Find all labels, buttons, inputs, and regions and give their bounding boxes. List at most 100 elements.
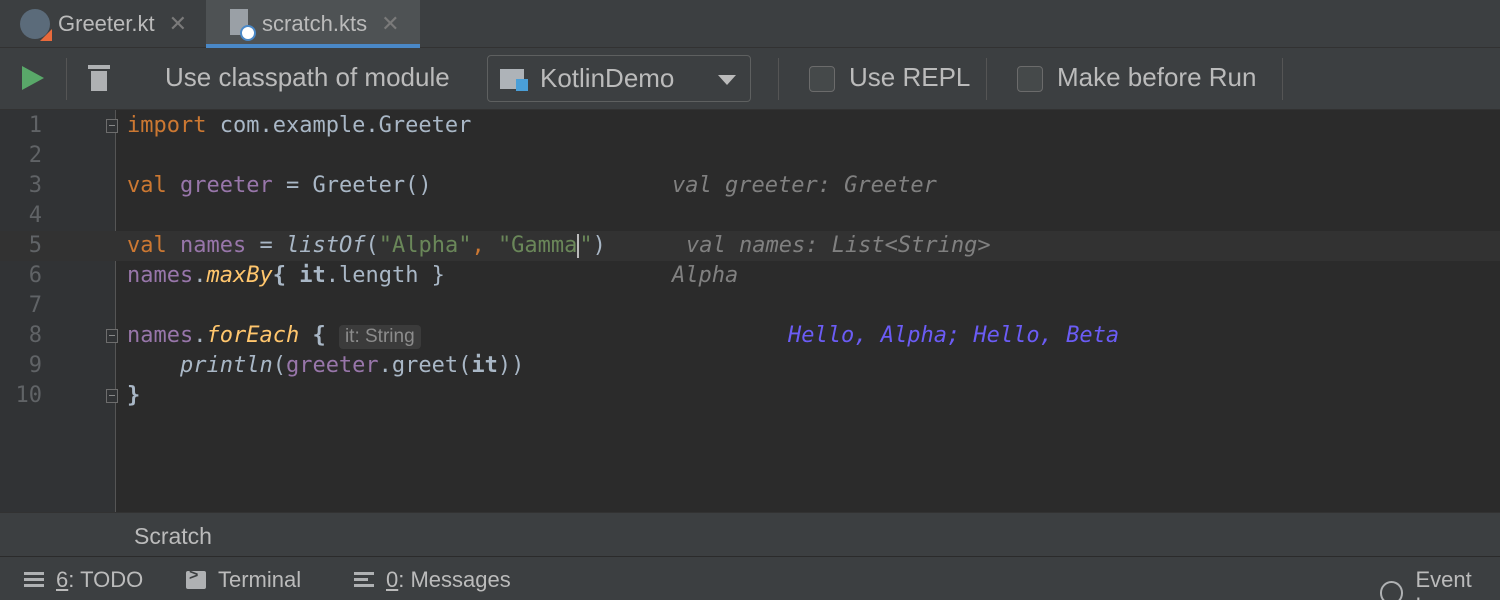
- it-keyword: it: [471, 353, 498, 378]
- scratch-output: Hello, Alpha; Hello, Beta: [788, 323, 1120, 348]
- messages-tool-button[interactable]: 0: Messages: [354, 567, 511, 593]
- editor-tab-bar: Greeter.kt ✕ scratch.kts ✕: [0, 0, 1500, 48]
- scratch-label[interactable]: Scratch: [134, 523, 212, 550]
- function-call: maxBy: [206, 263, 273, 288]
- function-call: println: [179, 353, 273, 378]
- scratch-panel-header: Scratch: [0, 512, 1500, 556]
- code-editor[interactable]: 1 import com.example.Greeter 2 3 val gre…: [0, 110, 1500, 512]
- code-line[interactable]: 9 println(greeter.greet(it)): [0, 351, 1500, 381]
- messages-label: : Messages: [398, 567, 511, 592]
- code-line[interactable]: 8 names.forEach { it: String Hello, Alph…: [0, 321, 1500, 351]
- keyword: val: [127, 173, 167, 198]
- string-literal: ": [579, 233, 593, 258]
- todo-label: : TODO: [68, 567, 144, 592]
- fold-marker[interactable]: [106, 119, 118, 133]
- list-icon: [24, 571, 44, 589]
- line-number: 8: [28, 323, 42, 348]
- tab-label: scratch.kts: [262, 11, 368, 36]
- code-text: {: [299, 323, 339, 348]
- parameter-hint: it: String: [338, 325, 421, 349]
- make-before-run-checkbox[interactable]: [1017, 66, 1043, 92]
- toolbar-separator: [778, 58, 779, 100]
- tool-window-bar: 6: TODO Terminal 0: Messages Event Lo: [0, 556, 1500, 600]
- scratch-result-hint: val names: List<String>: [686, 233, 991, 258]
- messages-icon: [354, 571, 374, 589]
- code-text: )): [497, 353, 525, 378]
- line-number: 1: [28, 113, 42, 138]
- code-text: .length }: [325, 263, 445, 288]
- make-before-run-label: Make before Run: [1057, 62, 1257, 92]
- code-text: .greet(: [378, 353, 472, 378]
- tab-label: Greeter.kt: [58, 11, 155, 36]
- function-call: forEach: [206, 323, 300, 348]
- string-literal: "Alpha": [378, 233, 472, 258]
- code-line[interactable]: 4: [0, 201, 1500, 231]
- code-text: (: [272, 353, 286, 378]
- use-repl-checkbox[interactable]: [809, 66, 835, 92]
- use-repl-label: Use REPL: [849, 62, 971, 92]
- todo-mnemonic: 6: [56, 567, 69, 592]
- close-icon[interactable]: ✕: [381, 11, 399, 37]
- kotlin-file-icon: [20, 9, 52, 41]
- variable: greeter: [285, 353, 379, 378]
- speech-bubble-icon: [1380, 581, 1404, 600]
- code-text: = Greeter(): [272, 173, 432, 198]
- function-call: listOf: [285, 233, 366, 258]
- tab-scratch-kts[interactable]: scratch.kts ✕: [206, 0, 420, 48]
- scratch-result-hint: val greeter: Greeter: [672, 173, 937, 198]
- fold-marker[interactable]: [106, 329, 118, 343]
- trash-icon[interactable]: [88, 65, 110, 91]
- code-text: ): [592, 233, 606, 258]
- string-literal: "Gamma: [497, 233, 578, 258]
- keyword: val: [127, 233, 167, 258]
- line-number: 4: [28, 203, 42, 228]
- code-line[interactable]: 10 }: [0, 381, 1500, 411]
- fold-marker[interactable]: [106, 389, 118, 403]
- code-text: =: [246, 233, 286, 258]
- toolbar-separator: [66, 58, 67, 100]
- code-line[interactable]: 2: [0, 141, 1500, 171]
- variable: names: [127, 323, 194, 348]
- toolbar-separator: [986, 58, 987, 100]
- keyword: import: [127, 113, 207, 138]
- line-number: 7: [28, 293, 42, 318]
- code-line[interactable]: 6 names.maxBy{ it.length } Alpha: [0, 261, 1500, 291]
- line-number: 5: [28, 233, 42, 258]
- variable: names: [127, 263, 194, 288]
- close-icon[interactable]: ✕: [169, 11, 187, 37]
- scratch-file-icon: [228, 9, 256, 41]
- terminal-tool-button[interactable]: Terminal: [186, 567, 301, 593]
- code-line-current[interactable]: 5 val names = listOf("Alpha", "Gamma") v…: [0, 231, 1500, 261]
- terminal-icon: [186, 567, 206, 589]
- code-text: (: [365, 233, 379, 258]
- module-folder-icon: [500, 67, 528, 91]
- scratch-result-hint: Alpha: [672, 263, 739, 288]
- todo-tool-button[interactable]: 6: TODO: [24, 567, 143, 593]
- messages-mnemonic: 0: [386, 567, 399, 592]
- code-text: com.example.Greeter: [206, 113, 472, 138]
- chevron-down-icon: [718, 75, 736, 85]
- event-log-tool-button[interactable]: Event Lo: [1380, 567, 1500, 600]
- code-line[interactable]: 1 import com.example.Greeter: [0, 111, 1500, 141]
- code-text: .: [193, 323, 207, 348]
- code-text: .: [193, 263, 207, 288]
- code-line[interactable]: 7: [0, 291, 1500, 321]
- module-select[interactable]: KotlinDemo: [487, 55, 751, 102]
- line-number: 9: [28, 353, 42, 378]
- line-number: 3: [28, 173, 42, 198]
- scratch-toolbar: Use classpath of module KotlinDemo Use R…: [0, 48, 1500, 110]
- it-keyword: it: [299, 263, 326, 288]
- run-icon[interactable]: [22, 66, 44, 90]
- tab-greeter-kt[interactable]: Greeter.kt ✕: [20, 0, 206, 48]
- line-number: 10: [15, 383, 43, 408]
- line-number: 2: [28, 143, 42, 168]
- variable: greeter: [180, 173, 273, 198]
- module-value: KotlinDemo: [540, 63, 675, 93]
- code-text: {: [272, 263, 300, 288]
- code-text: ,: [471, 233, 498, 258]
- code-line[interactable]: 3 val greeter = Greeter() val greeter: G…: [0, 171, 1500, 201]
- line-number: 6: [28, 263, 42, 288]
- code-text: }: [127, 383, 141, 408]
- toolbar-separator: [1282, 58, 1283, 100]
